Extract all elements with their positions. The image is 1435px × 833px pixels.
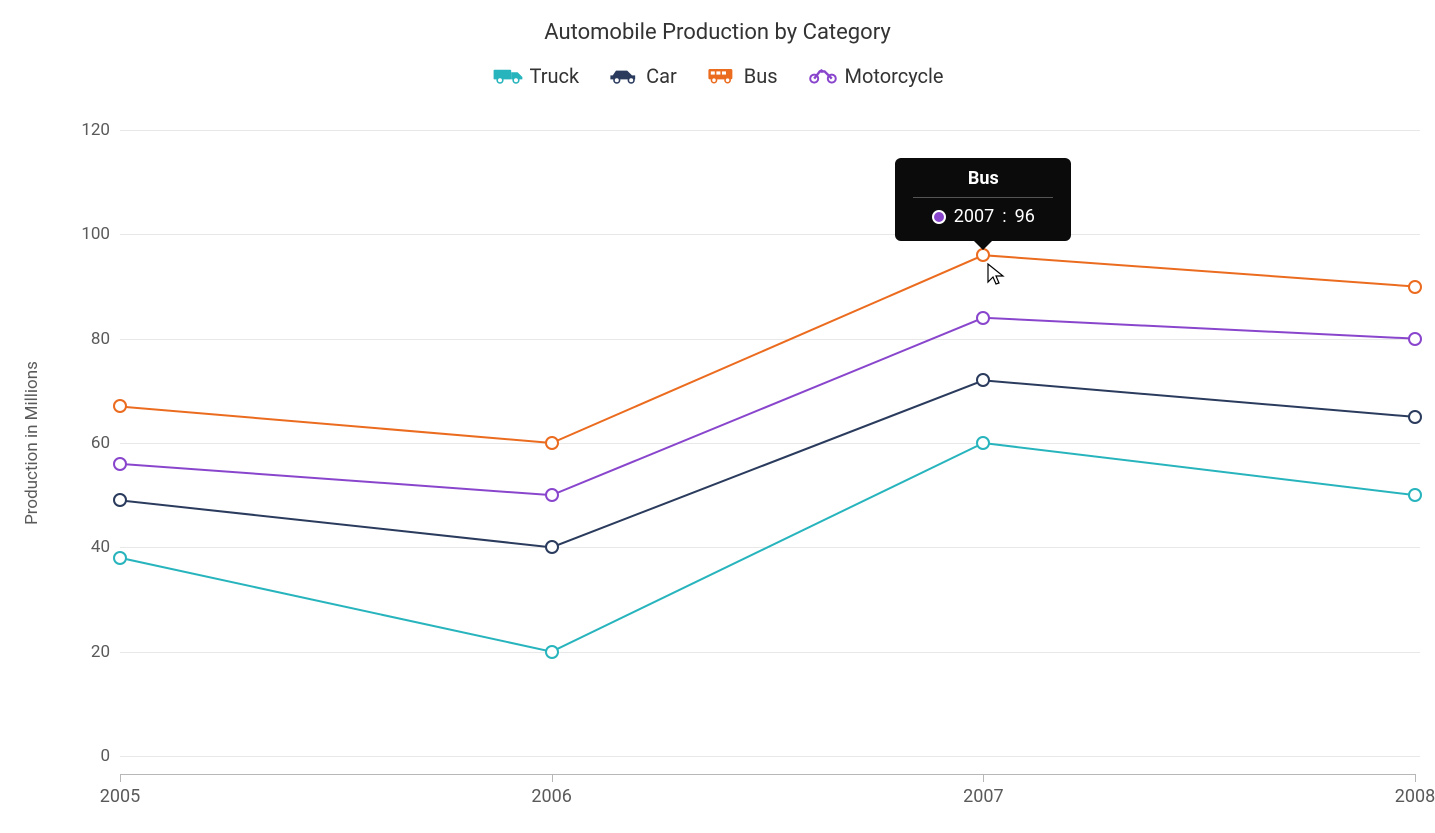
motorcycle-icon <box>807 65 839 87</box>
car-icon <box>608 65 640 87</box>
data-point-car[interactable] <box>1408 410 1422 424</box>
bus-icon <box>706 65 738 87</box>
chart-tooltip: Bus2007:96 <box>895 158 1071 241</box>
legend-label: Motorcycle <box>845 64 944 88</box>
legend-item-motorcycle[interactable]: Motorcycle <box>807 64 944 88</box>
data-point-bus[interactable] <box>976 248 990 262</box>
automobile-production-chart: Automobile Production by Category Truck … <box>0 0 1435 833</box>
data-point-car[interactable] <box>976 373 990 387</box>
data-point-car[interactable] <box>545 540 559 554</box>
data-point-bus[interactable] <box>545 436 559 450</box>
series-line-truck[interactable] <box>120 443 1415 652</box>
legend-label: Truck <box>530 64 580 88</box>
data-point-bus[interactable] <box>113 399 127 413</box>
series-line-bus[interactable] <box>120 255 1415 443</box>
chart-legend: Truck Car Bus Motorcycle <box>0 64 1435 89</box>
plot-area[interactable]: 0204060801001202005200620072008Productio… <box>60 108 1430 808</box>
y-axis-title: Production in Millions <box>22 361 42 525</box>
tooltip-color-dot <box>932 210 946 224</box>
legend-item-truck[interactable]: Truck <box>492 64 580 88</box>
data-point-motorcycle[interactable] <box>1408 332 1422 346</box>
line-series-svg <box>60 108 1430 808</box>
data-point-motorcycle[interactable] <box>113 457 127 471</box>
data-point-truck[interactable] <box>1408 488 1422 502</box>
data-point-truck[interactable] <box>113 551 127 565</box>
series-line-motorcycle[interactable] <box>120 318 1415 495</box>
legend-item-bus[interactable]: Bus <box>706 64 778 88</box>
data-point-car[interactable] <box>113 493 127 507</box>
truck-icon <box>492 65 524 87</box>
data-point-truck[interactable] <box>545 645 559 659</box>
tooltip-x-value: 2007 <box>954 206 994 227</box>
data-point-bus[interactable] <box>1408 280 1422 294</box>
legend-item-car[interactable]: Car <box>608 64 677 88</box>
chart-title: Automobile Production by Category <box>0 20 1435 45</box>
legend-label: Car <box>646 64 677 88</box>
data-point-motorcycle[interactable] <box>976 311 990 325</box>
data-point-motorcycle[interactable] <box>545 488 559 502</box>
data-point-truck[interactable] <box>976 436 990 450</box>
tooltip-series-name: Bus <box>913 168 1053 189</box>
legend-label: Bus <box>744 64 778 88</box>
tooltip-y-value: 96 <box>1015 206 1035 227</box>
